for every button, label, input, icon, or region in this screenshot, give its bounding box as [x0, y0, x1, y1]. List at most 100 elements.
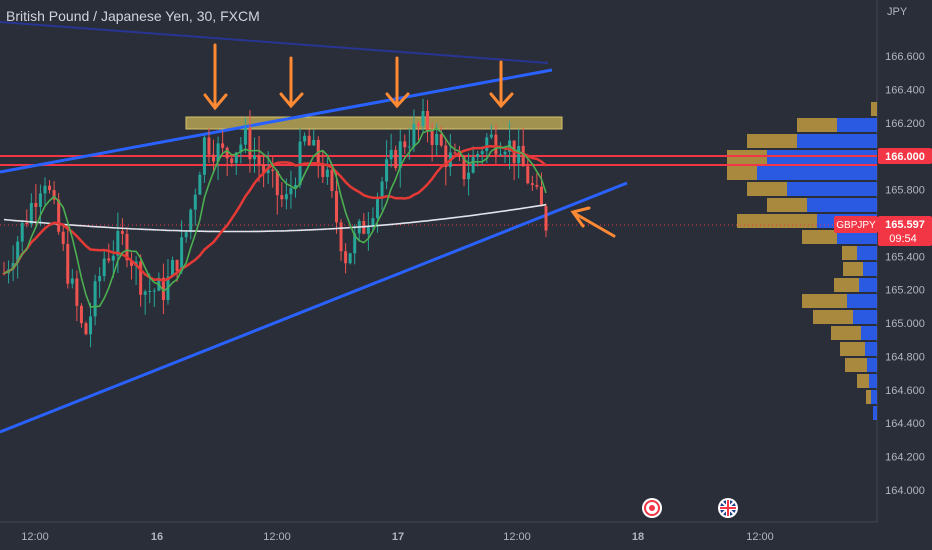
volume-profile-up-bar [847, 294, 877, 308]
candle-body [339, 222, 343, 252]
volume-profile-down-bar [727, 166, 757, 180]
candle-body [202, 137, 206, 175]
candle-body [416, 123, 420, 127]
price-tick-label: 166.400 [885, 84, 925, 96]
candle-body [102, 258, 106, 277]
candle-body [61, 231, 65, 244]
volume-profile-down-bar [831, 326, 861, 340]
volume-profile-down-bar [871, 102, 877, 116]
interval: 30 [196, 8, 213, 24]
volume-profile-up-bar [865, 342, 877, 356]
candle-body [207, 137, 211, 155]
volume-profile-up-bar [863, 262, 877, 276]
time-tick-label: 18 [632, 531, 644, 543]
candle-body [253, 155, 257, 160]
candle-body [152, 290, 156, 292]
price-chart-svg[interactable]: 166.600 166.400 166.200 166.000 165.800 165.4… [0, 0, 932, 550]
price-tick-label: 166.600 [885, 51, 925, 63]
candle-body [107, 258, 111, 261]
candle-body [535, 184, 539, 187]
candle-body [485, 137, 489, 152]
candles [2, 98, 548, 348]
level-price-label: 166.000 [878, 148, 932, 164]
price-tick-label: 164.200 [885, 452, 925, 464]
candle-body [385, 159, 389, 182]
candle-body [334, 190, 338, 223]
candle-body [275, 171, 279, 196]
candle-body [489, 134, 493, 138]
candle-body [84, 323, 88, 335]
candle-body [389, 149, 393, 160]
candle-body [307, 135, 311, 146]
chart-area[interactable]: 166.600 166.400 166.200 166.000 165.800 165.4… [0, 0, 932, 550]
candle-body [407, 146, 411, 148]
candle-body [38, 193, 42, 207]
candle-body [480, 151, 484, 155]
candle-body [289, 188, 293, 195]
candle-body [403, 141, 407, 148]
candle-body [435, 133, 439, 146]
upper-dark-trendline [0, 21, 549, 64]
candle-body [70, 278, 74, 284]
candle-body [75, 278, 79, 306]
candle-body [521, 145, 525, 167]
candle-body [29, 203, 33, 225]
down-arrow-icon [203, 43, 228, 111]
candle-body [66, 243, 70, 284]
candle-body [43, 185, 47, 194]
candle-body [325, 169, 329, 177]
candle-body [271, 169, 275, 172]
volume-profile-up-bar [869, 374, 877, 388]
volume-profile-down-bar [802, 294, 847, 308]
candle-body [321, 164, 325, 177]
event-marker-icon[interactable] [642, 498, 662, 518]
volume-profile-down-bar [747, 134, 797, 148]
exchange: FXCM [220, 8, 260, 24]
volume-profile-down-bar [843, 262, 863, 276]
candle-body [175, 259, 179, 272]
candle-body [426, 111, 430, 132]
down-arrow-icon [385, 56, 410, 109]
candle-body [230, 158, 234, 163]
candle-body [139, 261, 143, 295]
time-tick-label: 17 [392, 531, 404, 543]
volume-profile-down-bar [797, 118, 837, 132]
volume-profile-up-bar [871, 390, 877, 404]
time-tick-label: 12:00 [263, 531, 291, 543]
symbol-badge-text: GBPJPY [836, 220, 876, 231]
candle-body [25, 222, 29, 225]
candle-body [430, 131, 434, 146]
candle-body [380, 181, 384, 198]
candle-body [143, 291, 147, 295]
candle-body [439, 133, 443, 146]
candle-body [34, 203, 38, 207]
candle-body [503, 151, 507, 155]
left-arrow-icon [570, 206, 616, 238]
candle-body [225, 147, 229, 159]
countdown-text: 09:54 [889, 233, 917, 245]
down-arrow-icon [489, 60, 514, 109]
price-tick-label: 165.000 [885, 318, 925, 330]
candle-body [243, 128, 247, 145]
price-tick-label: 165.200 [885, 285, 925, 297]
candle-body [498, 154, 502, 156]
candle-body [148, 291, 152, 293]
candle-body [280, 195, 284, 200]
price-tick-label: 165.800 [885, 185, 925, 197]
volume-profile-down-bar [747, 182, 787, 196]
uk-flag-icon[interactable] [718, 498, 738, 518]
candle-body [89, 316, 93, 335]
candle-body [539, 186, 543, 207]
volume-profile-down-bar [866, 390, 871, 404]
volume-profile [727, 102, 877, 420]
candle-body [212, 154, 216, 162]
volume-profile-up-bar [757, 166, 877, 180]
chart-title[interactable]: British Pound / Japanese Yen, 30, FXCM [6, 8, 260, 24]
candle-body [284, 194, 288, 200]
candle-body [312, 139, 316, 146]
level-price-label-text: 166.000 [885, 151, 925, 163]
volume-profile-up-bar [787, 182, 877, 196]
time-tick-label: 12:00 [21, 531, 49, 543]
candle-body [530, 183, 534, 185]
price-tick-label: 164.400 [885, 418, 925, 430]
